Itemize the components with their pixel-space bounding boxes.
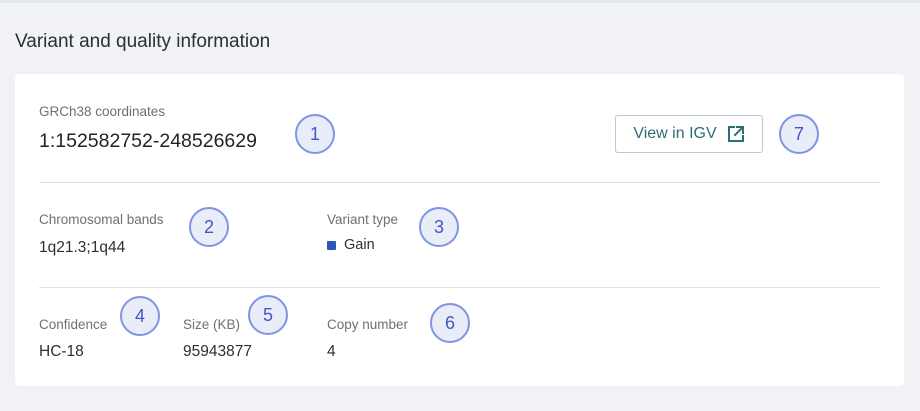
annotation-marker-4: 4: [120, 296, 160, 336]
annotation-marker-2: 2: [189, 207, 229, 247]
variant-type-value: Gain: [327, 237, 375, 253]
annotation-marker-3: 3: [419, 207, 459, 247]
view-in-igv-label: View in IGV: [633, 125, 717, 142]
variant-type-text: Gain: [344, 237, 375, 253]
section-title: Variant and quality information: [15, 31, 271, 52]
row-divider: [39, 182, 880, 183]
variant-type-label: Variant type: [327, 212, 399, 227]
size-value: 95943877: [183, 343, 252, 360]
gain-swatch: [327, 240, 336, 250]
annotation-marker-7: 7: [779, 114, 819, 154]
copy-number-label: Copy number: [327, 317, 409, 332]
top-divider: [0, 0, 920, 3]
coordinates-label: GRCh38 coordinates: [39, 104, 166, 119]
annotation-marker-5: 5: [248, 295, 288, 335]
copy-number-value: 4: [327, 343, 336, 360]
confidence-value: HC-18: [39, 343, 84, 360]
view-in-igv-button[interactable]: View in IGV: [615, 115, 763, 153]
chromosomal-bands-label: Chromosomal bands: [39, 212, 164, 227]
annotation-marker-6: 6: [430, 303, 470, 343]
size-label: Size (KB): [183, 317, 241, 332]
variant-info-card: GRCh38 coordinates 1:152582752-248526629…: [15, 74, 904, 386]
chromosomal-bands-value: 1q21.3;1q44: [39, 239, 126, 256]
annotation-marker-1: 1: [295, 114, 335, 154]
row-divider: [39, 287, 880, 288]
external-link-icon: [727, 125, 745, 143]
confidence-label: Confidence: [39, 317, 108, 332]
coordinates-value: 1:152582752-248526629: [39, 130, 257, 152]
